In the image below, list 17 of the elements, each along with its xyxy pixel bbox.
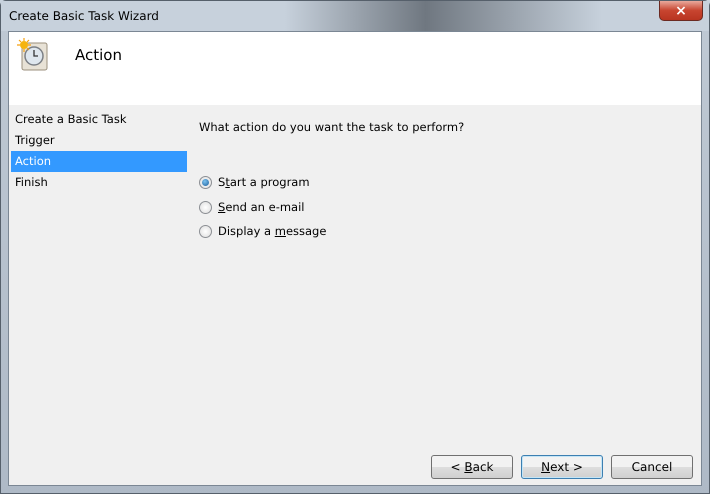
wizard-step[interactable]: Trigger: [11, 130, 187, 151]
radio-button[interactable]: [199, 176, 212, 190]
wizard-button[interactable]: Cancel: [611, 455, 693, 479]
window-title: Create Basic Task Wizard: [9, 8, 159, 25]
scheduled-task-icon: [17, 38, 49, 72]
radio-label[interactable]: Start a program: [218, 174, 310, 192]
radio-button[interactable]: [199, 224, 212, 238]
close-button[interactable]: ×: [659, 1, 703, 21]
wizard-step[interactable]: Create a Basic Task: [11, 109, 187, 130]
radio-label[interactable]: Send an e-mail: [218, 198, 304, 216]
question-text: What action do you want the task to perform?: [199, 119, 466, 136]
wizard-step[interactable]: Finish: [11, 172, 187, 193]
wizard-button[interactable]: < Back: [431, 455, 513, 479]
wizard-button[interactable]: Next >: [521, 455, 603, 479]
radio-label[interactable]: Display a message: [218, 222, 326, 240]
radio-button[interactable]: [199, 200, 212, 214]
page-title: Action: [75, 45, 122, 66]
